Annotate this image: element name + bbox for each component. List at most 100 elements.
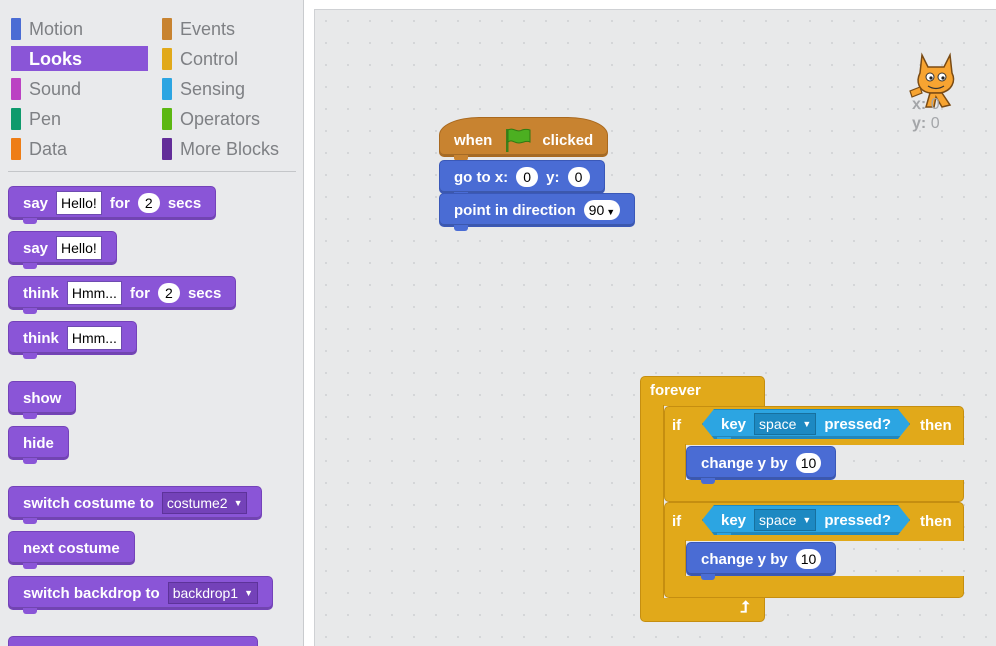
dropdown-value: space: [759, 416, 797, 432]
category-label: Events: [180, 18, 236, 39]
block-word: think: [23, 284, 59, 302]
change-y-number-input[interactable]: 10: [795, 549, 822, 569]
key-pressed-block-1[interactable]: key space ▼ pressed?: [702, 409, 910, 439]
forever-block-arm: [640, 405, 664, 600]
green-flag-icon: [506, 128, 531, 152]
partial-block[interactable]: [8, 636, 258, 646]
when-flag-clicked-block[interactable]: when clicked: [439, 117, 609, 161]
x-number-input[interactable]: 0: [516, 167, 539, 187]
block-word: go to x:: [454, 168, 509, 186]
category-sensing[interactable]: Sensing: [162, 77, 245, 101]
events-color-swatch: [162, 18, 172, 40]
block-word: say: [23, 194, 49, 212]
dropdown-value: 90: [588, 202, 605, 218]
category-motion[interactable]: Motion: [11, 17, 83, 41]
point-in-direction-block[interactable]: point in direction 90 ▼: [439, 193, 636, 231]
sprite-coordinates: x: 0 y: 0: [912, 95, 940, 133]
dropdown-arrow-icon: ▼: [802, 515, 812, 525]
next-costume-block[interactable]: next costume: [8, 531, 135, 569]
say-for-secs-block[interactable]: say Hello! for 2 secs: [8, 186, 217, 224]
think-block[interactable]: think Hmm...: [8, 321, 137, 359]
category-sound[interactable]: Sound: [11, 77, 81, 101]
category-more-blocks[interactable]: More Blocks: [162, 137, 279, 161]
if-label: if: [672, 513, 682, 530]
secs-number-input[interactable]: 2: [137, 193, 160, 213]
hide-block[interactable]: hide: [8, 426, 69, 464]
block-word: for: [129, 284, 150, 302]
sensing-color-swatch: [162, 78, 172, 100]
y-value: 0: [930, 115, 940, 132]
switch-backdrop-block[interactable]: switch backdrop to backdrop1 ▼: [8, 576, 273, 614]
secs-number-input[interactable]: 2: [157, 283, 180, 303]
category-label: Operators: [180, 108, 261, 129]
category-label: Sensing: [180, 78, 246, 99]
sound-color-swatch: [11, 78, 21, 100]
block-word: when: [454, 131, 493, 149]
data-color-swatch: [11, 138, 21, 160]
key-pressed-block-2[interactable]: key space ▼ pressed?: [702, 505, 910, 535]
block-word: clicked: [542, 131, 594, 149]
category-data[interactable]: Data: [11, 137, 67, 161]
key-dropdown[interactable]: space ▼: [754, 509, 816, 531]
block-word: change y by: [701, 454, 788, 472]
then-label: then: [920, 417, 952, 434]
block-word: secs: [187, 284, 222, 302]
change-y-block-2[interactable]: change y by 10: [686, 542, 837, 580]
think-text-input[interactable]: Hmm...: [66, 326, 122, 350]
backdrop-dropdown[interactable]: backdrop1 ▼: [167, 582, 258, 604]
block-word: say: [23, 239, 49, 257]
category-label: Looks: [29, 48, 83, 69]
block-word: switch backdrop to: [23, 584, 160, 602]
direction-dropdown[interactable]: 90 ▼: [583, 200, 621, 220]
category-label: More Blocks: [180, 138, 280, 159]
block-word: think: [23, 329, 59, 347]
think-text-input[interactable]: Hmm...: [66, 281, 122, 305]
change-y-block-1[interactable]: change y by 10: [686, 446, 837, 484]
dropdown-arrow-icon: ▼: [233, 498, 243, 508]
category-pen[interactable]: Pen: [11, 107, 61, 131]
y-number-input[interactable]: 0: [567, 167, 590, 187]
operators-color-swatch: [162, 108, 172, 130]
key-dropdown[interactable]: space ▼: [754, 413, 816, 435]
if-label: if: [672, 417, 682, 434]
block-word: y:: [546, 168, 560, 186]
block-word: switch costume to: [23, 494, 154, 512]
if-block-2-arm: [664, 540, 686, 578]
block-word: show: [23, 389, 62, 407]
dropdown-arrow-icon: ▼: [802, 419, 812, 429]
say-text-input[interactable]: Hello!: [56, 191, 102, 215]
then-label: then: [920, 513, 952, 530]
block-word: next costume: [23, 539, 120, 557]
palette-divider: [8, 171, 296, 172]
category-control[interactable]: Control: [162, 47, 238, 71]
say-text-input[interactable]: Hello!: [56, 236, 102, 260]
more-blocks-color-swatch: [162, 138, 172, 160]
category-label: Control: [180, 48, 239, 69]
show-block[interactable]: show: [8, 381, 77, 419]
block-word: point in direction: [454, 201, 576, 219]
dropdown-value: costume2: [166, 495, 228, 511]
category-looks[interactable]: Looks: [11, 47, 82, 71]
go-to-xy-block[interactable]: go to x: 0 y: 0: [439, 160, 605, 198]
change-y-number-input[interactable]: 10: [795, 453, 822, 473]
block-palette: Motion Looks Sound Pen Data Events Contr…: [0, 0, 304, 646]
block-word: for: [109, 194, 130, 212]
costume-dropdown[interactable]: costume2 ▼: [161, 492, 248, 514]
block-word: key: [721, 415, 747, 433]
y-label: y:: [912, 115, 927, 132]
block-word: change y by: [701, 550, 788, 568]
category-label: Motion: [29, 18, 84, 39]
category-operators[interactable]: Operators: [162, 107, 260, 131]
block-word: secs: [167, 194, 202, 212]
motion-color-swatch: [11, 18, 21, 40]
block-word: hide: [23, 434, 54, 452]
dropdown-value: backdrop1: [172, 585, 239, 601]
say-block[interactable]: say Hello!: [8, 231, 117, 269]
dropdown-value: space: [759, 512, 797, 528]
switch-costume-block[interactable]: switch costume to costume2 ▼: [8, 486, 263, 524]
block-word: pressed?: [824, 511, 892, 529]
think-for-secs-block[interactable]: think Hmm... for 2 secs: [8, 276, 237, 314]
x-label: x:: [912, 96, 927, 113]
category-events[interactable]: Events: [162, 17, 235, 41]
block-word: key: [721, 511, 747, 529]
